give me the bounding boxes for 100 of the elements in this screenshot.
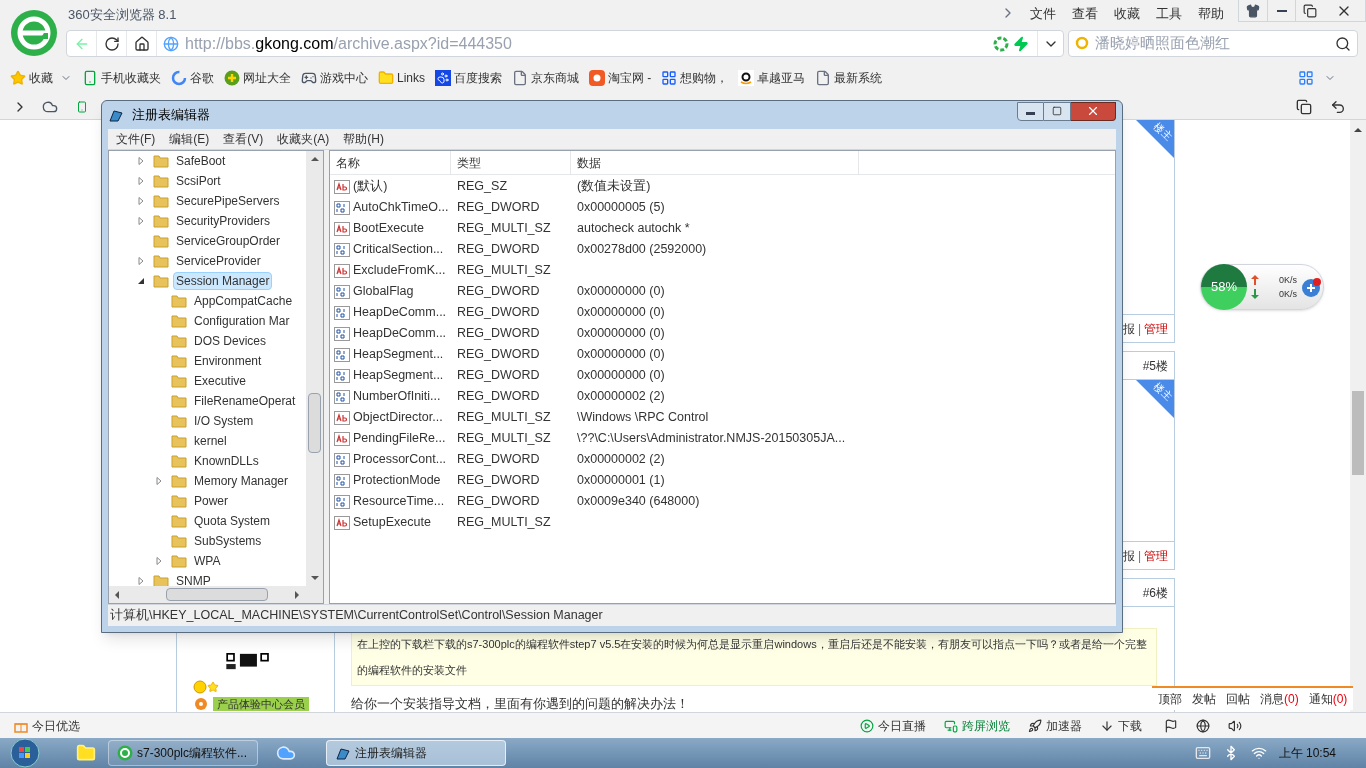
menu-item[interactable]: 工具 bbox=[1156, 4, 1182, 24]
toolbar-link[interactable]: 发帖 bbox=[1192, 690, 1216, 708]
tree-item[interactable]: Session Manager bbox=[173, 272, 273, 290]
toolbar-link[interactable]: 通知(0) bbox=[1308, 690, 1348, 708]
scroll-down-icon[interactable] bbox=[310, 574, 319, 582]
bookmark-link[interactable]: 京东商城 bbox=[531, 68, 579, 87]
value-name[interactable]: GlobalFlag bbox=[353, 282, 414, 301]
value-name[interactable]: HeapSegment... bbox=[353, 345, 444, 364]
search-box[interactable]: 潘晓婷晒照面色潮红 bbox=[1068, 30, 1358, 57]
menu-item[interactable]: 查看(V) bbox=[223, 130, 264, 148]
toolbar-link[interactable]: 顶部 bbox=[1158, 690, 1182, 708]
expand-arrow-icon[interactable] bbox=[137, 217, 145, 225]
tree-item[interactable]: AppCompatCache bbox=[191, 292, 296, 310]
value-name[interactable]: HeapDeComm... bbox=[353, 324, 447, 343]
status-link[interactable]: 跨屏浏览 bbox=[962, 716, 1010, 735]
close-button[interactable] bbox=[1071, 101, 1116, 121]
tree-item[interactable]: Memory Manager bbox=[191, 472, 292, 490]
scroll-thumb[interactable] bbox=[1352, 391, 1364, 475]
expand-arrow-icon[interactable] bbox=[137, 577, 145, 585]
value-name[interactable]: AutoChkTimeO... bbox=[353, 198, 449, 217]
bookmark-link[interactable]: 最新系统 bbox=[834, 68, 883, 87]
tree-item[interactable]: DOS Devices bbox=[191, 332, 270, 350]
manage-link[interactable]: 管理 bbox=[1144, 546, 1168, 565]
status-link[interactable]: 今日优选 bbox=[32, 716, 80, 735]
tree-item[interactable]: FileRenameOperat bbox=[191, 392, 299, 410]
bookmark-link[interactable]: Links bbox=[397, 68, 425, 87]
column-header[interactable]: 类型 bbox=[451, 151, 571, 174]
menu-item[interactable]: 查看 bbox=[1072, 4, 1098, 24]
expand-arrow-icon[interactable] bbox=[137, 257, 145, 265]
menu-item[interactable]: 编辑(E) bbox=[169, 130, 210, 148]
memory-widget[interactable]: 58% 0K/s 0K/s bbox=[1200, 264, 1324, 310]
bookmark-link[interactable]: 谷歌 bbox=[190, 68, 214, 87]
apps-icon[interactable] bbox=[1298, 69, 1314, 86]
toolbar-link[interactable]: 回帖 bbox=[1226, 690, 1250, 708]
taskbar-window-button[interactable]: 注册表编辑器 bbox=[326, 740, 506, 766]
menu-item[interactable]: 文件(F) bbox=[116, 130, 156, 148]
tree-item[interactable]: SNMP bbox=[173, 572, 214, 586]
start-button[interactable] bbox=[10, 738, 40, 768]
bookmark-link[interactable]: 网址大全 bbox=[243, 68, 291, 87]
value-name[interactable]: CriticalSection... bbox=[353, 240, 444, 259]
tree-item[interactable]: kernel bbox=[191, 432, 230, 450]
expand-arrow-icon[interactable] bbox=[155, 477, 163, 485]
flag-icon[interactable] bbox=[1164, 718, 1178, 733]
tree-item[interactable]: SafeBoot bbox=[173, 152, 229, 170]
tree-item[interactable]: I/O System bbox=[191, 412, 257, 430]
taskbar-window-button[interactable]: s7-300plc编程软件... bbox=[108, 740, 258, 766]
scroll-up-icon[interactable] bbox=[310, 155, 319, 163]
status-link[interactable]: 今日直播 bbox=[878, 716, 926, 735]
keyboard-icon[interactable] bbox=[1194, 745, 1211, 761]
value-name[interactable]: PendingFileRe... bbox=[353, 429, 446, 448]
tree-item[interactable]: Executive bbox=[191, 372, 250, 390]
expand-arrow-icon[interactable] bbox=[137, 177, 145, 185]
scroll-up-icon[interactable] bbox=[1354, 126, 1362, 134]
cloud-icon[interactable] bbox=[42, 99, 58, 115]
network-icon[interactable] bbox=[1250, 745, 1267, 761]
scrollbar[interactable] bbox=[109, 586, 323, 603]
tree-item[interactable]: Power bbox=[191, 492, 231, 510]
scroll-right-icon[interactable] bbox=[293, 590, 301, 599]
manage-link[interactable]: 管理 bbox=[1144, 319, 1168, 338]
value-name[interactable]: HeapDeComm... bbox=[353, 303, 447, 322]
bookmark-link[interactable]: 收藏 bbox=[29, 68, 53, 87]
menu-item[interactable]: 收藏 bbox=[1114, 4, 1140, 24]
scrollbar[interactable] bbox=[306, 151, 323, 586]
tree-item[interactable]: SubSystems bbox=[191, 532, 265, 550]
value-name[interactable]: HeapSegment... bbox=[353, 366, 444, 385]
restore-tab-icon[interactable] bbox=[1296, 99, 1312, 115]
volume-icon[interactable] bbox=[1228, 718, 1242, 733]
menu-item[interactable]: 帮助 bbox=[1198, 4, 1224, 24]
browser-icon[interactable] bbox=[1196, 718, 1210, 733]
collapse-arrow-icon[interactable] bbox=[137, 277, 145, 285]
value-name[interactable]: ProtectionMode bbox=[353, 471, 441, 490]
expand-arrow-icon[interactable] bbox=[155, 557, 163, 565]
status-link[interactable]: 下载 bbox=[1118, 716, 1142, 735]
cloud-app-icon[interactable] bbox=[276, 743, 296, 763]
tree-item[interactable]: ServiceGroupOrder bbox=[173, 232, 284, 250]
menu-item[interactable]: 文件 bbox=[1030, 4, 1056, 24]
tree-item[interactable]: SecurePipeServers bbox=[173, 192, 283, 210]
status-link[interactable]: 加速器 bbox=[1046, 716, 1082, 735]
value-name[interactable]: BootExecute bbox=[353, 219, 424, 238]
scroll-thumb[interactable] bbox=[308, 393, 321, 453]
report-link[interactable]: 报 bbox=[1122, 319, 1135, 338]
minimize-button[interactable] bbox=[1017, 101, 1044, 121]
tree-item[interactable]: Quota System bbox=[191, 512, 274, 530]
clock[interactable]: 上午 10:54 bbox=[1278, 744, 1336, 762]
tree-item[interactable]: WPA bbox=[191, 552, 224, 570]
bookmark-link[interactable]: 淘宝网 - bbox=[608, 68, 652, 87]
expand-arrow-icon[interactable] bbox=[137, 197, 145, 205]
bookmark-link[interactable]: 卓越亚马 bbox=[757, 68, 806, 87]
menu-item[interactable]: 收藏夹(A) bbox=[277, 130, 330, 148]
value-name[interactable]: ResourceTime... bbox=[353, 492, 445, 511]
phone-icon[interactable] bbox=[76, 99, 88, 115]
value-name[interactable]: SetupExecute bbox=[353, 513, 431, 532]
tree-item[interactable]: ScsiPort bbox=[173, 172, 224, 190]
plus-icon[interactable] bbox=[1301, 276, 1323, 298]
toolbar-link[interactable]: 消息(0) bbox=[1260, 690, 1299, 708]
value-name[interactable]: NumberOfIniti... bbox=[353, 387, 441, 406]
menu-item[interactable]: 帮助(H) bbox=[343, 130, 384, 148]
column-header[interactable]: 名称 bbox=[330, 151, 451, 174]
value-name[interactable]: (默认) bbox=[353, 177, 388, 196]
bookmark-link[interactable]: 百度搜索 bbox=[454, 68, 502, 87]
